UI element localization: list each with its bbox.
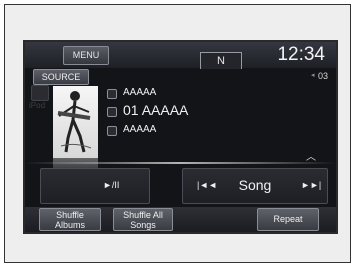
album-icon <box>107 126 117 136</box>
artist-text: AAAAA <box>123 87 157 98</box>
gear-position-indicator: N <box>200 52 242 69</box>
song-seek-control[interactable]: |◄◄ Song ►►| <box>182 168 328 204</box>
album-art-figure <box>57 91 92 153</box>
source-button[interactable]: SOURCE <box>33 69 89 85</box>
shuffle-albums-label-line1: Shuffle <box>56 210 84 220</box>
play-pause-button[interactable]: ►/II <box>40 168 150 204</box>
album-art <box>53 86 98 158</box>
menu-button[interactable]: MENU <box>63 46 109 65</box>
ipod-icon <box>31 85 49 101</box>
artist-icon <box>107 89 117 99</box>
ipod-source-label: iPod <box>29 101 46 110</box>
shuffle-all-songs-button[interactable]: Shuffle All Songs <box>113 208 173 231</box>
speaker-icon: ◂ <box>311 72 315 79</box>
repeat-button[interactable]: Repeat <box>257 208 319 231</box>
skip-forward-icon[interactable]: ►►| <box>301 179 321 191</box>
top-bar: MENU N 12:34 <box>25 42 336 69</box>
shuffle-all-label-line2: Songs <box>130 220 156 230</box>
shuffle-albums-label-line2: Albums <box>54 220 85 230</box>
album-text: AAAAA <box>123 124 157 135</box>
chevron-up-icon[interactable]: ︿ <box>302 153 320 163</box>
shuffle-all-label-line1: Shuffle All <box>123 210 163 220</box>
clock: 12:34 <box>277 44 325 65</box>
play-pause-icon: ►/II <box>103 180 120 190</box>
audio-screen: MENU N 12:34 SOURCE ◂ 03 iPod AAAAA 01 A… <box>23 40 338 234</box>
music-note-icon <box>107 107 117 117</box>
track-number: 03 <box>318 71 329 81</box>
song-title-text: 01 AAAAA <box>123 102 189 118</box>
shuffle-albums-button[interactable]: Shuffle Albums <box>39 208 101 231</box>
divider <box>25 162 336 164</box>
